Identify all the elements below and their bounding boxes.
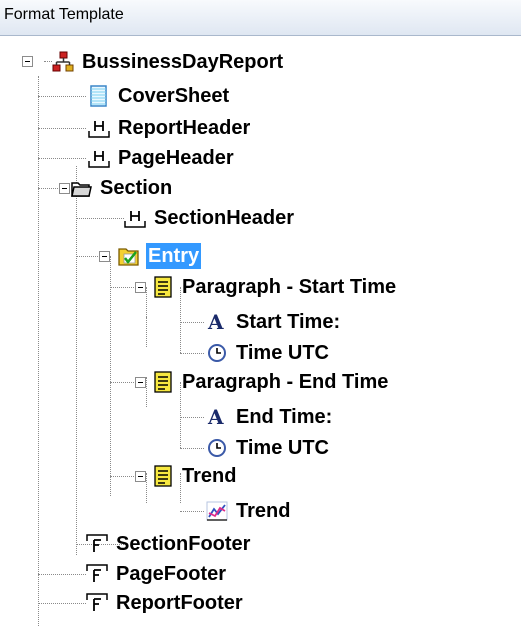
tree-line — [44, 61, 52, 62]
clock-icon — [206, 342, 228, 364]
tree-line — [76, 218, 124, 219]
footer-icon — [86, 563, 108, 585]
tree-node-root[interactable]: BussinessDayReport — [52, 48, 285, 76]
tree-line — [146, 473, 147, 503]
svg-text:A: A — [207, 311, 224, 333]
tree-line — [180, 353, 204, 354]
tree-node-label: CoverSheet — [118, 85, 230, 107]
tree-node-paragraph-start-time[interactable]: Paragraph - Start Time — [152, 273, 398, 301]
tree-node-section-header[interactable]: SectionHeader — [124, 204, 296, 232]
panel-title: Format Template — [4, 6, 124, 23]
tree-node-label: SectionHeader — [154, 207, 295, 229]
footer-icon — [86, 592, 108, 614]
tree-line — [180, 511, 204, 512]
tree-node-label: PageFooter — [116, 563, 227, 585]
tree-node-page-header[interactable]: PageHeader — [88, 144, 236, 172]
tree-node-label: Section — [100, 177, 173, 199]
tree-node-entry[interactable]: Entry — [118, 242, 202, 270]
collapse-toggle-root[interactable] — [22, 56, 33, 67]
header-icon — [88, 147, 110, 169]
tree-line — [38, 158, 86, 159]
tree-node-label: SectionFooter — [116, 533, 251, 555]
collapse-toggle-trend[interactable] — [135, 471, 146, 482]
tree-node-report-footer[interactable]: ReportFooter — [86, 589, 245, 617]
folder-icon — [70, 177, 92, 199]
report-icon — [52, 51, 74, 73]
collapse-toggle-section[interactable] — [59, 183, 70, 194]
tree-node-end-time-utc[interactable]: Time UTC — [206, 434, 331, 462]
tree-node-label: Paragraph - Start Time — [182, 276, 397, 298]
tree-node-label: Paragraph - End Time — [182, 371, 389, 393]
footer-icon — [86, 533, 108, 555]
tree-node-section[interactable]: Section — [70, 174, 174, 202]
tree-line — [146, 287, 147, 317]
tree-node-trend-chart[interactable]: Trend — [206, 497, 292, 525]
tree-line — [76, 166, 77, 555]
tree-node-start-time-text[interactable]: A Start Time: — [206, 308, 342, 336]
tree-node-label: ReportHeader — [118, 117, 251, 139]
tree-node-label: Time UTC — [236, 437, 329, 459]
header-icon — [88, 117, 110, 139]
paragraph-icon — [152, 371, 174, 393]
collapse-toggle-paragraph-start[interactable] — [135, 282, 146, 293]
tree-node-paragraph-end-time[interactable]: Paragraph - End Time — [152, 368, 390, 396]
tree-node-label: Trend — [236, 500, 291, 522]
paragraph-icon — [152, 465, 174, 487]
tree-node-section-footer[interactable]: SectionFooter — [86, 530, 252, 558]
tree-node-trend-paragraph[interactable]: Trend — [152, 462, 238, 490]
collapse-toggle-entry[interactable] — [99, 251, 110, 262]
tree-line — [38, 603, 86, 604]
paragraph-icon — [152, 276, 174, 298]
tree-line — [180, 322, 204, 323]
tree-node-cover-sheet[interactable]: CoverSheet — [88, 82, 231, 110]
tree-line — [146, 377, 147, 407]
tree-line — [38, 574, 86, 575]
tree-line — [180, 417, 204, 418]
tree-node-label: End Time: — [236, 406, 333, 428]
text-a-icon: A — [206, 406, 228, 428]
tree-node-label: Entry — [146, 243, 202, 269]
tree-line — [38, 96, 86, 97]
tree-node-label: Start Time: — [236, 311, 341, 333]
clock-icon — [206, 437, 228, 459]
tree-node-page-footer[interactable]: PageFooter — [86, 560, 228, 588]
tree-line — [146, 317, 147, 347]
tree-node-report-header[interactable]: ReportHeader — [88, 114, 252, 142]
tree-line — [38, 128, 86, 129]
document-page-icon — [88, 85, 110, 107]
tree-line — [180, 448, 204, 449]
svg-text:A: A — [207, 406, 224, 428]
panel-header: Format Template — [0, 0, 521, 36]
tree-node-start-time-utc[interactable]: Time UTC — [206, 339, 331, 367]
text-a-icon: A — [206, 311, 228, 333]
tree-node-label: ReportFooter — [116, 592, 243, 614]
entry-check-icon — [118, 245, 140, 267]
tree-node-end-time-text[interactable]: A End Time: — [206, 403, 334, 431]
tree-node-label: Time UTC — [236, 342, 329, 364]
format-tree[interactable]: BussinessDayReport CoverSheet ReportHead… — [0, 36, 521, 626]
tree-line — [110, 256, 111, 496]
trend-chart-icon — [206, 500, 228, 522]
header-icon — [124, 207, 146, 229]
tree-node-label: Trend — [182, 465, 237, 487]
collapse-toggle-paragraph-end[interactable] — [135, 377, 146, 388]
tree-node-label: BussinessDayReport — [82, 51, 284, 73]
tree-node-label: PageHeader — [118, 147, 234, 169]
